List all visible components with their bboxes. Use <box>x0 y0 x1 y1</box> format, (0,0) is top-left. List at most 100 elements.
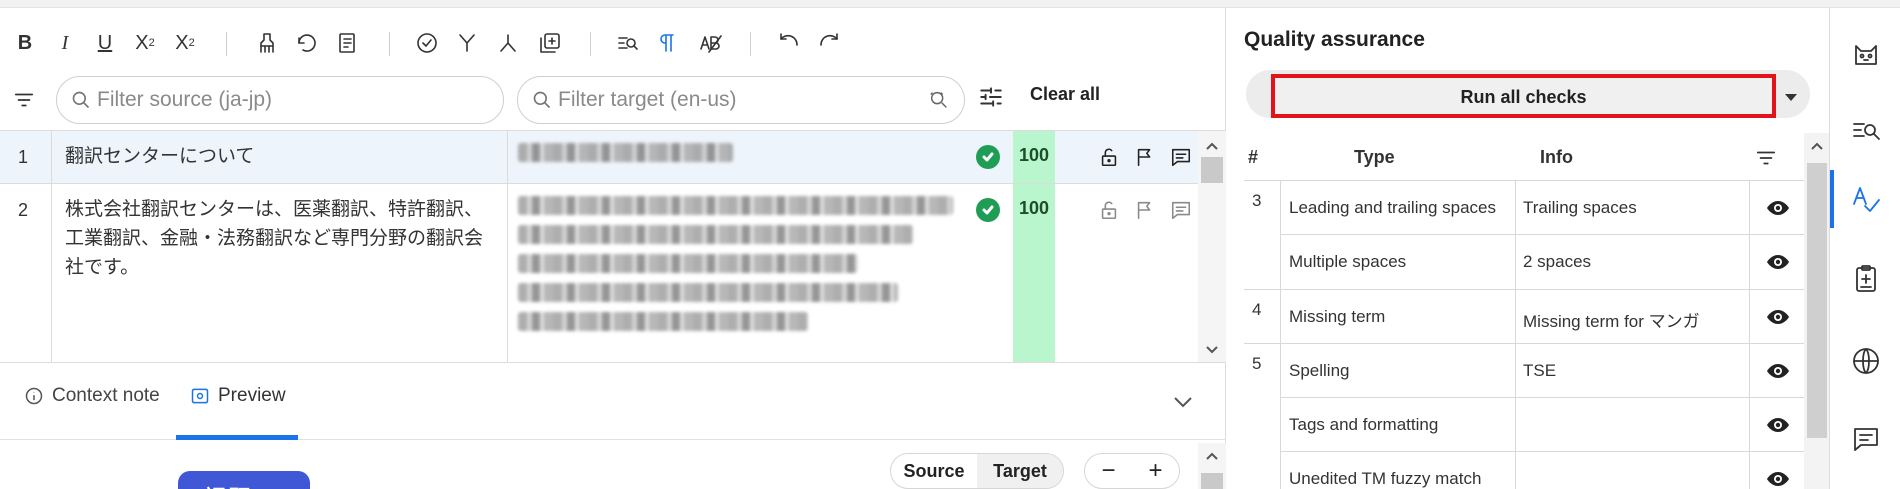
blurred-target-text <box>518 283 898 302</box>
tab-context-note[interactable]: Context note <box>24 385 160 407</box>
scrollbar-thumb[interactable] <box>1201 473 1223 489</box>
segment-row[interactable]: 1 翻訳センターについて 100 <box>0 131 1198 184</box>
spellcheck-icon[interactable] <box>693 26 727 60</box>
scroll-up-icon[interactable] <box>1204 139 1220 155</box>
col-header-info: Info <box>1540 147 1573 167</box>
eye-icon[interactable] <box>1749 398 1804 451</box>
task-list-icon[interactable] <box>1830 244 1900 314</box>
qa-segment-number: 5 <box>1252 354 1262 373</box>
scrollbar-thumb[interactable] <box>1807 163 1827 438</box>
bold-icon[interactable]: B <box>8 26 42 60</box>
qa-segment-number: 4 <box>1252 300 1262 319</box>
confirm-icon[interactable] <box>410 26 444 60</box>
segment-source: 翻訳センターについて <box>52 131 508 183</box>
concordance-search-icon[interactable] <box>1830 96 1900 166</box>
qa-row[interactable]: Missing term Missing term for マンガ <box>1281 290 1804 344</box>
filter-source-input[interactable]: Filter source (ja-jp) <box>56 76 504 124</box>
toggle-source[interactable]: Source <box>891 454 977 488</box>
qa-row[interactable]: Tags and formatting <box>1281 398 1804 452</box>
qa-type: Missing term <box>1289 307 1386 326</box>
scroll-down-icon[interactable] <box>1204 341 1220 357</box>
chevron-down-icon[interactable] <box>1172 393 1196 413</box>
segment-actions <box>1096 144 1194 170</box>
filter-settings-icon[interactable] <box>978 84 1006 112</box>
filter-target-placeholder: Filter target (en-us) <box>558 88 737 111</box>
caret-down-icon[interactable] <box>1784 90 1798 101</box>
preview-scrollbar[interactable] <box>1198 443 1226 489</box>
blurred-target-text <box>518 196 953 215</box>
match-score: 100 <box>1013 131 1055 183</box>
bottom-tabs: Context note Preview <box>0 363 1226 440</box>
blurred-target-text <box>518 225 913 244</box>
eye-icon[interactable] <box>1749 235 1804 289</box>
redo-icon[interactable] <box>812 26 846 60</box>
flag-icon[interactable] <box>1132 144 1158 170</box>
eye-icon[interactable] <box>1749 181 1804 234</box>
filter-icon[interactable] <box>10 86 38 114</box>
qa-table-header: # Type Info <box>1244 133 1804 181</box>
preview-heading-chip: 課題 1 <box>178 471 310 489</box>
scroll-up-icon[interactable] <box>1809 139 1825 155</box>
notes-icon[interactable] <box>331 26 365 60</box>
zoom-in-button[interactable]: + <box>1132 454 1179 488</box>
scrollbar-thumb[interactable] <box>1201 157 1223 183</box>
subscript-icon[interactable]: X2 <box>128 26 162 60</box>
segment-row[interactable]: 2 株式会社翻訳センターは、医薬翻訳、特許翻訳、工業翻訳、金融・法務翻訳など専門… <box>0 184 1198 362</box>
merge-icon[interactable] <box>450 26 484 60</box>
qa-row[interactable]: Multiple spaces 2 spaces <box>1281 235 1804 289</box>
underline-icon[interactable]: U <box>88 26 122 60</box>
cat-icon[interactable] <box>1830 18 1900 88</box>
eye-icon[interactable] <box>1749 344 1804 397</box>
grid-scrollbar[interactable] <box>1198 131 1226 362</box>
filter-target-input[interactable]: Filter target (en-us) <box>517 76 965 124</box>
eye-icon[interactable] <box>1749 290 1804 344</box>
toolbar-divider <box>389 32 390 56</box>
scroll-up-icon[interactable] <box>1204 449 1220 465</box>
qa-row[interactable]: Spelling TSE <box>1281 344 1804 398</box>
revert-icon[interactable] <box>290 26 324 60</box>
qa-info: Trailing spaces <box>1515 181 1749 234</box>
comments-icon[interactable] <box>1830 404 1900 474</box>
find-replace-icon[interactable] <box>611 26 645 60</box>
blurred-target-text <box>518 143 733 162</box>
segment-target[interactable] <box>508 184 1013 362</box>
active-tab-indicator <box>176 435 298 440</box>
insert-tag-icon[interactable] <box>533 26 567 60</box>
italic-icon[interactable]: I <box>48 26 82 60</box>
toolbar-divider <box>590 32 591 56</box>
qa-info: Missing term for マンガ <box>1515 290 1749 344</box>
flag-icon[interactable] <box>1132 197 1158 223</box>
lock-icon[interactable] <box>1096 144 1122 170</box>
segment-actions <box>1096 197 1194 223</box>
superscript-icon[interactable]: X2 <box>168 26 202 60</box>
segment-number: 2 <box>0 184 52 362</box>
eye-icon[interactable] <box>1749 452 1804 489</box>
segment-target[interactable] <box>508 131 1013 183</box>
qa-row[interactable]: Leading and trailing spaces Trailing spa… <box>1281 181 1804 235</box>
qa-scrollbar[interactable] <box>1804 133 1830 489</box>
run-all-checks-button[interactable]: Run all checks <box>1271 74 1776 118</box>
comment-icon[interactable] <box>1168 144 1194 170</box>
right-icon-rail <box>1829 8 1900 489</box>
zoom-controls: − + <box>1084 453 1180 489</box>
toggle-target[interactable]: Target <box>977 454 1063 488</box>
globe-icon[interactable] <box>1830 326 1900 396</box>
clear-format-icon[interactable] <box>250 26 284 60</box>
comment-icon[interactable] <box>1168 197 1194 223</box>
split-icon[interactable] <box>491 26 525 60</box>
show-formatting-icon[interactable] <box>651 26 685 60</box>
clear-all-button[interactable]: Clear all <box>1030 84 1100 105</box>
undo-icon[interactable] <box>772 26 806 60</box>
qa-group: 3 Leading and trailing spaces Trailing s… <box>1244 181 1804 290</box>
advanced-search-icon[interactable] <box>928 89 950 111</box>
formatting-toolbar: B I U X2 X2 <box>0 8 1226 70</box>
tab-preview[interactable]: Preview <box>190 385 286 407</box>
zoom-out-button[interactable]: − <box>1085 454 1132 488</box>
lock-icon[interactable] <box>1096 197 1122 223</box>
qa-row[interactable]: Unedited TM fuzzy match <box>1281 452 1804 489</box>
filter-icon[interactable] <box>1755 147 1777 169</box>
qa-spellcheck-icon[interactable] <box>1830 164 1900 234</box>
filter-bar: Filter source (ja-jp) Filter target (en-… <box>0 70 1226 130</box>
toolbar-divider <box>226 32 227 56</box>
blurred-target-text <box>518 312 808 331</box>
